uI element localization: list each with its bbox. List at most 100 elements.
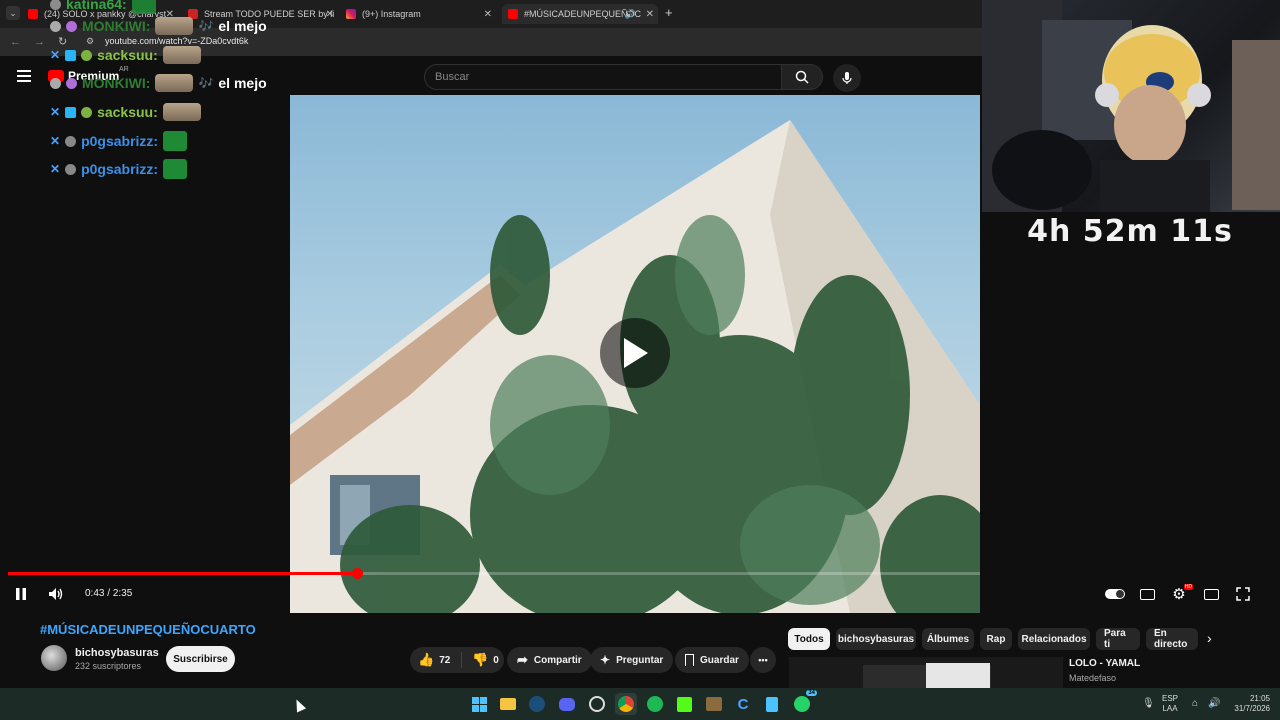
folder-icon	[500, 698, 516, 710]
sparkle-icon: ✦	[600, 653, 611, 667]
chat-message: ✕ p0gsabrizz:	[50, 159, 188, 179]
emote-icon	[162, 46, 201, 64]
chat-user: sacksuu:	[97, 47, 158, 63]
spotify-icon	[647, 696, 663, 712]
emote-icon	[162, 103, 201, 121]
ask-button[interactable]: ✦ Preguntar	[590, 647, 674, 673]
voice-search-button[interactable]	[833, 64, 861, 92]
keyboard-layout: LAA	[1162, 704, 1178, 713]
emote-icon	[163, 159, 188, 179]
discord-button[interactable]	[556, 693, 578, 715]
fullscreen-button[interactable]	[1234, 585, 1252, 603]
kick-button[interactable]	[673, 693, 695, 715]
fullscreen-icon	[1236, 587, 1250, 601]
clock-time: 21:05	[1249, 694, 1270, 703]
recommendation-thumbnail[interactable]	[789, 657, 1063, 689]
network-icon[interactable]: ⌂	[1192, 698, 1198, 709]
recommendation-title[interactable]: LOLO - YAMAL	[1069, 658, 1140, 669]
play-button-overlay[interactable]	[600, 318, 670, 388]
badge-icon	[50, 0, 61, 10]
chip-related[interactable]: Relacionados	[1018, 628, 1090, 650]
chip-todos[interactable]: Todos	[788, 628, 830, 650]
youtube-icon	[508, 9, 518, 19]
chip-rap[interactable]: Rap	[980, 628, 1012, 650]
system-clock[interactable]: 21:05 31/7/2026	[1226, 694, 1270, 714]
forward-icon[interactable]: →	[34, 36, 45, 48]
ask-label: Preguntar	[616, 654, 664, 666]
whatsapp-button[interactable]: 34	[791, 690, 817, 715]
channel-name[interactable]: bichosybasuras	[75, 647, 159, 659]
instagram-icon	[346, 9, 356, 19]
autoplay-toggle[interactable]	[1104, 585, 1126, 603]
hd-badge: HD	[1183, 584, 1193, 590]
like-button[interactable]: 👍 72	[410, 652, 462, 668]
ccleaner-button[interactable]: C	[732, 693, 754, 715]
start-button[interactable]	[468, 693, 490, 715]
tab-label: #MÚSICADEUNPEQUEÑOC	[524, 9, 642, 19]
dislike-button[interactable]: 👎 0	[468, 652, 499, 668]
file-explorer-button[interactable]	[497, 693, 519, 715]
chip-live[interactable]: En directo	[1146, 628, 1198, 650]
obs-icon	[589, 696, 605, 712]
youtube-icon	[28, 9, 38, 19]
menu-icon[interactable]	[17, 70, 31, 82]
microphone-tray-icon[interactable]: 🎙	[1142, 698, 1155, 709]
search-button[interactable]	[781, 64, 823, 90]
volume-tray-icon[interactable]: 🔊	[1208, 698, 1220, 709]
chevron-right-icon[interactable]: ›	[1207, 630, 1212, 646]
close-icon[interactable]: ✕	[484, 9, 492, 20]
chip-for-you[interactable]: Para ti	[1096, 628, 1140, 650]
channel-avatar[interactable]	[41, 645, 67, 671]
new-tab-button[interactable]: +	[665, 5, 673, 20]
recommendation-channel: Matedefaso	[1069, 673, 1117, 683]
badge-icon	[65, 163, 77, 175]
discord-icon	[559, 697, 575, 711]
language-code: ESP	[1162, 694, 1179, 703]
duration: 2:35	[112, 588, 133, 599]
url-field[interactable]: youtube.com/watch?v=-ZDa0cvdt6k	[105, 36, 248, 46]
more-actions-button[interactable]: •••	[750, 647, 776, 673]
chrome-icon	[618, 696, 634, 712]
subtitles-button[interactable]	[1138, 585, 1156, 603]
emote-icon	[131, 0, 156, 14]
spotify-button[interactable]	[644, 693, 666, 715]
notepad-button[interactable]	[761, 693, 783, 715]
more-icon: •••	[758, 655, 768, 665]
badge-icon	[81, 106, 93, 118]
thumbs-up-icon: 👍	[418, 652, 435, 667]
save-button[interactable]: Guardar	[675, 647, 749, 673]
thumbs-down-icon: 👎	[472, 652, 489, 667]
volume-button[interactable]	[47, 585, 65, 603]
browser-tab[interactable]: (9+) Instagram ✕	[346, 4, 496, 24]
settings-button[interactable]: ⚙ HD	[1170, 584, 1193, 603]
app-button[interactable]	[703, 693, 725, 715]
badge-icon	[66, 77, 77, 89]
badge-icon	[65, 49, 77, 61]
obs-button[interactable]	[586, 693, 608, 715]
volume-icon	[49, 588, 63, 600]
miniplayer-button[interactable]	[1202, 585, 1220, 603]
steam-button[interactable]	[526, 693, 548, 715]
search-icon	[795, 70, 809, 84]
search-input[interactable]: Buscar	[424, 64, 782, 90]
subscribe-button[interactable]: Suscribirse	[166, 646, 235, 672]
badge-icon	[65, 106, 77, 118]
language-indicator[interactable]: ESP LAA	[1162, 694, 1178, 714]
minecraft-icon	[706, 697, 722, 711]
clock-date: 31/7/2026	[1234, 704, 1270, 713]
pause-button[interactable]	[12, 585, 30, 603]
webcam-overlay	[982, 0, 1280, 212]
tab-list-chevron-icon[interactable]: ⌄	[6, 6, 20, 20]
badge-icon	[66, 20, 77, 32]
close-icon[interactable]: ✕	[326, 9, 334, 20]
chat-message: ✕ p0gsabrizz:	[50, 131, 188, 151]
chat-message: MONKIWI: 🎶 el mejo	[50, 74, 267, 92]
chip-albums[interactable]: Álbumes	[922, 628, 974, 650]
chip-channel[interactable]: bichosybasuras	[836, 628, 916, 650]
back-icon[interactable]: ←	[10, 36, 21, 48]
share-button[interactable]: ➦ Compartir	[507, 647, 592, 673]
browser-tab-active[interactable]: #MÚSICADEUNPEQUEÑOC 🔊 ✕	[502, 4, 658, 24]
close-icon[interactable]: ✕	[646, 9, 654, 20]
video-title[interactable]: #MÚSICADEUNPEQUEÑOCUARTO	[40, 622, 256, 637]
chrome-button[interactable]	[615, 693, 637, 715]
